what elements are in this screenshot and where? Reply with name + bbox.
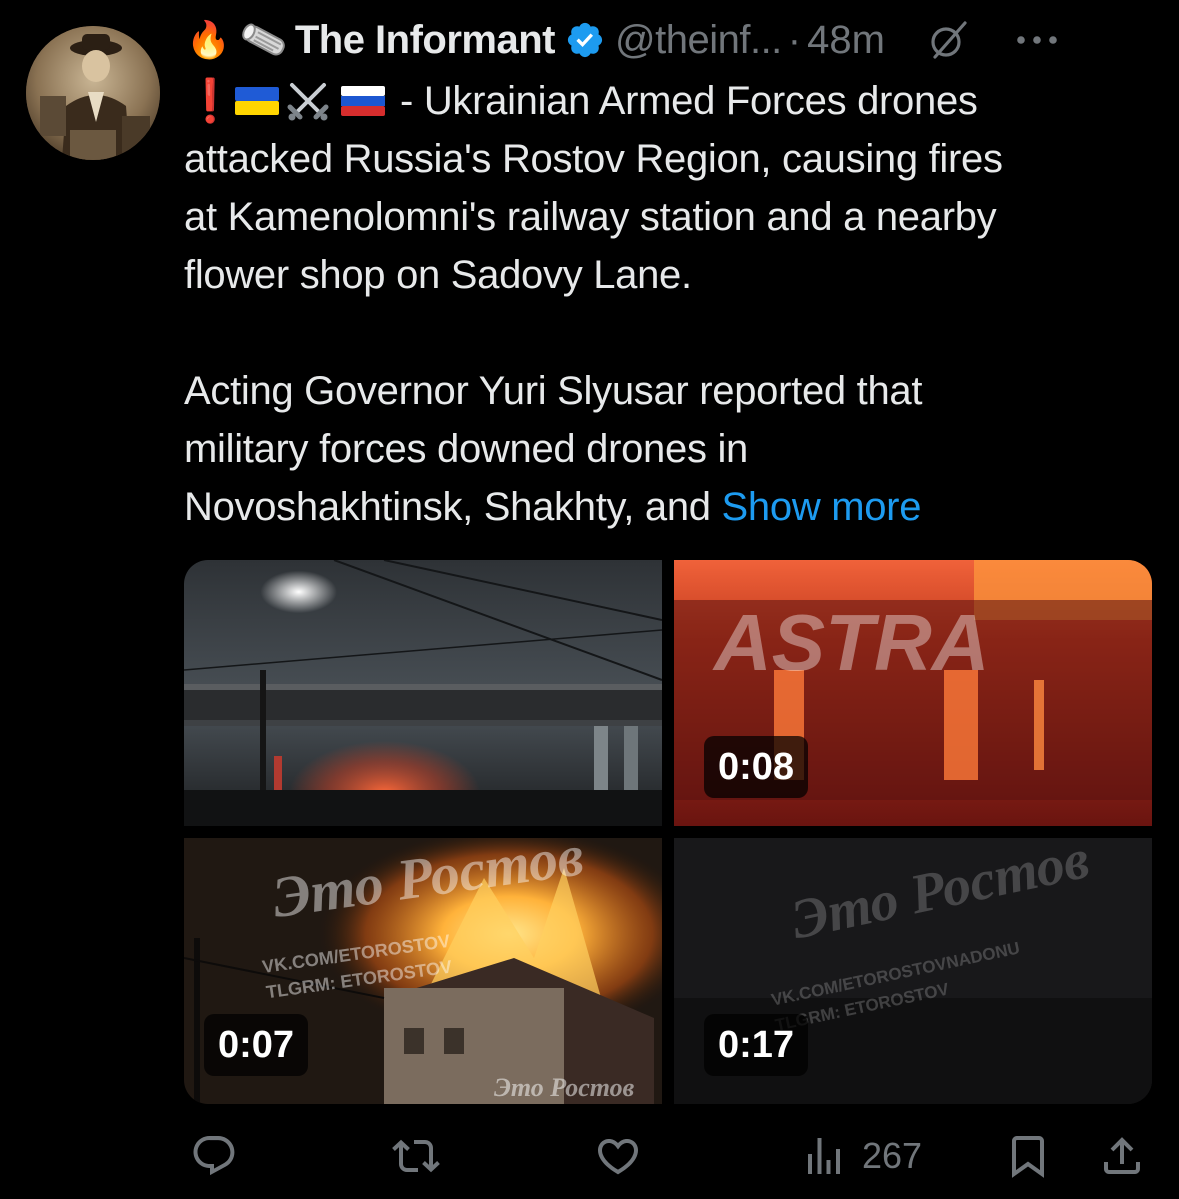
more-options-icon[interactable]: [1015, 33, 1059, 47]
media-tile-4[interactable]: Это Ростов VK.COM/ETOROSTOVNADONU TLGRM:…: [674, 838, 1152, 1104]
views-count: 267: [862, 1135, 923, 1176]
tweet-text-line-1: - Ukrainian Armed Forces drones: [400, 79, 978, 123]
views-icon: [808, 1138, 840, 1174]
bookmark-button[interactable]: [1004, 1132, 1052, 1180]
overpass-night-image: [184, 560, 662, 826]
retweet-button[interactable]: [392, 1132, 440, 1180]
media-tile-3[interactable]: Это Ростов VK.COM/ETOROSTOV TLGRM: ETORO…: [184, 838, 662, 1104]
tweet[interactable]: 🔥 The Informant @theinf... · 48m ❗ - Ukr…: [0, 0, 1179, 1199]
astra-watermark: ASTRA: [712, 598, 990, 687]
share-icon: [1104, 1137, 1140, 1174]
verified-badge-icon: [567, 22, 603, 58]
tweet-text-p2-line-2: military forces downed drones in: [184, 427, 748, 471]
fire-emoji: 🔥: [186, 19, 231, 60]
tweet-text-line-2: attacked Russia's Rostov Region, causing…: [184, 137, 1003, 181]
like-icon: [597, 1139, 639, 1175]
media-tile-2[interactable]: ASTRA 0:08: [674, 560, 1152, 826]
tweet-line-1: ❗ - Ukrainian Armed Forces drones: [184, 72, 1144, 130]
ukraine-flag-icon: [235, 87, 279, 115]
views-button[interactable]: 267: [800, 1132, 922, 1180]
tweet-text-p2-line-3-text: Novoshakhtinsk, Shakhty, and: [184, 485, 711, 529]
eto-rostov-small-watermark: Это Ростов: [494, 1073, 635, 1102]
reply-icon: [193, 1136, 235, 1176]
video-duration-badge: 0:08: [704, 736, 809, 798]
tweet-text-line-3: at Kamenolomni's railway station and a n…: [184, 195, 997, 239]
retweet-icon: [392, 1139, 440, 1173]
media-tile-1[interactable]: [184, 560, 662, 826]
author-name[interactable]: The Informant: [295, 18, 556, 63]
timestamp[interactable]: 48m: [807, 18, 885, 63]
avatar-image: [26, 26, 160, 160]
avatar[interactable]: [26, 26, 160, 160]
like-button[interactable]: [594, 1132, 642, 1180]
separator-dot: ·: [787, 17, 802, 62]
video-duration-badge: 0:07: [204, 1014, 309, 1076]
media-grid: ASTRA 0:08 Это Ростов VK.COM/ETOROSTOV T…: [184, 560, 1152, 1104]
reply-button[interactable]: [190, 1132, 238, 1180]
russia-flag-icon: [341, 86, 385, 116]
grok-icon[interactable]: [927, 19, 969, 61]
tweet-text-p2-line-3: Novoshakhtinsk, Shakhty, and Show more: [184, 478, 1144, 536]
author-handle[interactable]: @theinf...: [615, 18, 782, 63]
show-more-link[interactable]: Show more: [722, 485, 922, 529]
tweet-text: ❗ - Ukrainian Armed Forces drones attack…: [184, 72, 1144, 536]
rolled-newspaper-icon: [242, 23, 285, 56]
share-button[interactable]: [1098, 1132, 1146, 1180]
tweet-actions: 267: [0, 1124, 1179, 1188]
video-duration-badge: 0:17: [704, 1014, 809, 1076]
tweet-text-p2-line-1: Acting Governor Yuri Slyusar reported th…: [184, 369, 923, 413]
exclamation-emoji: ❗: [184, 77, 236, 124]
tweet-text-line-4: flower shop on Sadovy Lane.: [184, 253, 692, 297]
bookmark-icon: [1012, 1136, 1044, 1178]
tweet-header: 🔥 The Informant @theinf... · 48m: [186, 12, 1156, 68]
crossed-swords-icon: [287, 83, 329, 121]
